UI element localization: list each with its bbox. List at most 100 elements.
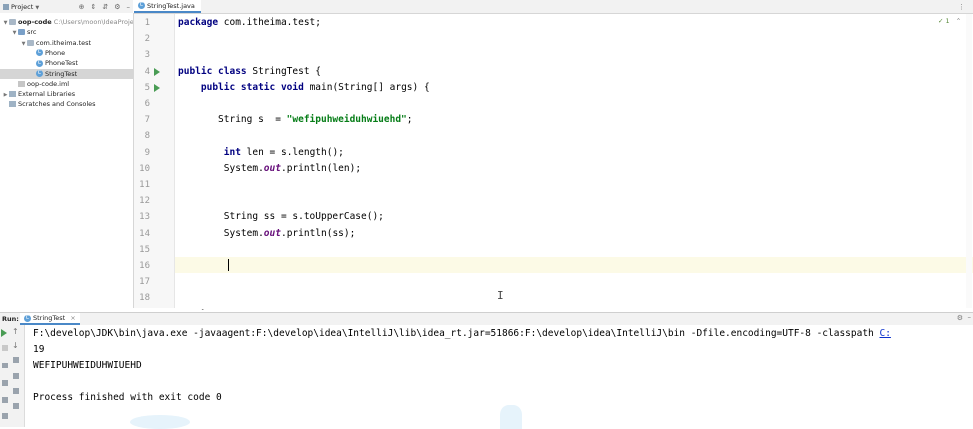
tree-item-label: oop-code	[18, 18, 52, 26]
tree-item-label: External Libraries	[18, 90, 76, 99]
class-icon: C	[36, 49, 43, 57]
tree-item[interactable]: C PhoneTest	[0, 58, 133, 68]
tree-item-label: com.itheima.test	[36, 38, 92, 47]
locate-icon[interactable]: ⊕	[79, 3, 85, 11]
scratches-icon	[9, 101, 16, 108]
close-icon[interactable]: ×	[70, 314, 75, 322]
class-icon: C	[36, 70, 43, 77]
project-view-dropdown[interactable]: Project ▼	[11, 3, 39, 11]
exit-icon[interactable]	[2, 397, 8, 403]
pin-icon[interactable]	[2, 413, 8, 419]
line-number: 14	[139, 228, 150, 239]
mouse-ibeam-icon: I	[497, 289, 504, 302]
up-arrow-icon[interactable]: ↑	[12, 327, 19, 336]
chevron-right-icon[interactable]: ▶	[2, 90, 9, 99]
gear-icon[interactable]: ⚙	[114, 3, 120, 11]
line-number: 8	[144, 131, 150, 142]
line-number: 12	[139, 196, 150, 207]
tree-item[interactable]: ▼ com.itheima.test	[0, 38, 133, 48]
editor-tab-bar: C StringTest.java ⋮	[134, 0, 973, 14]
editor-gutter: 1 2 3 4 5 6 7 8 9 10 11 12 13 14 15 16 17 18	[134, 14, 175, 308]
run-console[interactable]: F:\develop\JDK\bin\java.exe -javaagent:F…	[25, 325, 973, 427]
code-line: public static void main(String[] args) {	[200, 81, 430, 93]
editor-tab-actions: ⋮	[958, 0, 965, 13]
code-line: System.out.println(ss);	[178, 227, 356, 239]
run-label: Run:	[2, 315, 19, 323]
console-text: WEFIPUHWEIDUHWIUEHD	[33, 360, 142, 371]
tree-item[interactable]: ▼ oop-code C:\Users\moon\IdeaProjects	[0, 17, 133, 27]
editor-tab-label: StringTest.java	[147, 1, 195, 10]
chevron-down-icon[interactable]: ▼	[20, 39, 27, 48]
run-tab-label: StringTest	[33, 314, 66, 322]
rerun-icon[interactable]	[1, 329, 7, 337]
tree-item-label: Scratches and Consoles	[18, 100, 96, 109]
line-number: 10	[139, 163, 150, 174]
stop-icon[interactable]	[2, 345, 8, 351]
code-line: String s = "wefipuhweiduhwiuehd";	[178, 114, 413, 126]
code-line: int len = s.length();	[223, 146, 344, 158]
tree-item[interactable]: Scratches and Consoles	[0, 99, 133, 109]
line-number: 17	[139, 277, 150, 288]
console-link[interactable]: C:	[879, 328, 890, 339]
down-arrow-icon[interactable]: ↓	[12, 341, 19, 350]
code-editor[interactable]: package com.itheima.test; public class St…	[175, 14, 973, 310]
tree-item[interactable]: ▶ External Libraries	[0, 89, 133, 99]
tab-list-icon[interactable]: ⋮	[958, 3, 965, 11]
line-number: 9	[144, 147, 150, 158]
class-icon: C	[138, 2, 145, 9]
tree-item-label: src	[27, 28, 37, 37]
trash-icon[interactable]	[13, 403, 19, 409]
class-icon: C	[36, 59, 43, 67]
code-line: }	[178, 307, 207, 310]
console-line: WEFIPUHWEIDUHWIUEHD	[33, 360, 142, 371]
print-icon[interactable]	[13, 388, 19, 394]
text-caret	[228, 259, 229, 271]
line-number: 18	[139, 293, 150, 304]
project-panel-header: Project ▼ ⊕ ⇕ ⇵ ⚙ –	[0, 0, 133, 14]
collapse-all-icon[interactable]: ⇕	[90, 3, 96, 11]
run-panel-header: Run: C StringTest × ⚙ –	[0, 312, 973, 326]
scroll-end-icon[interactable]	[13, 373, 19, 379]
camera-icon[interactable]	[2, 363, 8, 368]
gear-icon[interactable]: ⚙	[957, 314, 963, 322]
iml-file-icon	[18, 80, 25, 87]
soft-wrap-icon[interactable]	[13, 357, 19, 363]
tree-item[interactable]: ▼ src	[0, 27, 133, 37]
package-icon	[27, 39, 34, 46]
check-icon: ✓	[938, 17, 944, 25]
run-gutter-icon[interactable]	[154, 67, 160, 76]
minimize-icon[interactable]: –	[968, 313, 972, 321]
run-gutter-icon[interactable]	[154, 83, 160, 92]
line-number: 4	[144, 66, 150, 77]
tree-item[interactable]: C Phone	[0, 48, 133, 58]
chevron-down-icon: ▼	[35, 4, 40, 11]
editor-tab-stringtest[interactable]: C StringTest.java	[134, 0, 201, 13]
tree-item-path: C:\Users\moon\IdeaProjects	[53, 18, 133, 26]
tree-item-label: Phone	[45, 48, 66, 57]
line-number: 7	[144, 115, 150, 126]
tree-item-label: StringTest	[45, 69, 78, 78]
line-number: 2	[144, 34, 150, 45]
chevron-down-icon[interactable]: ▼	[11, 28, 18, 37]
editor-scrollbar[interactable]	[966, 14, 972, 308]
line-number: 16	[139, 261, 150, 271]
inspection-count: 1	[945, 17, 950, 25]
chevron-down-icon[interactable]: ▼	[2, 18, 9, 27]
layout-icon[interactable]	[2, 380, 8, 386]
class-icon: C	[24, 314, 31, 322]
line-number: 11	[139, 180, 150, 190]
tree-item[interactable]: C StringTest	[0, 68, 133, 79]
expand-icon[interactable]: ⇵	[102, 3, 108, 11]
tree-item-label: oop-code.iml	[27, 79, 70, 88]
line-number: 5	[144, 82, 150, 93]
code-line: package com.itheima.test;	[178, 17, 321, 28]
inspection-widget[interactable]: ✓ 1 ⌃	[938, 17, 961, 25]
tree-item[interactable]: oop-code.iml	[0, 79, 133, 89]
console-line: F:\develop\JDK\bin\java.exe -javaagent:F…	[33, 328, 891, 339]
line-number: 6	[144, 99, 150, 109]
watermark-shape	[500, 405, 522, 429]
minimize-icon[interactable]: –	[127, 3, 131, 11]
run-tab-stringtest[interactable]: C StringTest ×	[20, 313, 80, 325]
console-line: Process finished with exit code 0	[33, 392, 222, 403]
console-text: 19	[33, 344, 45, 355]
